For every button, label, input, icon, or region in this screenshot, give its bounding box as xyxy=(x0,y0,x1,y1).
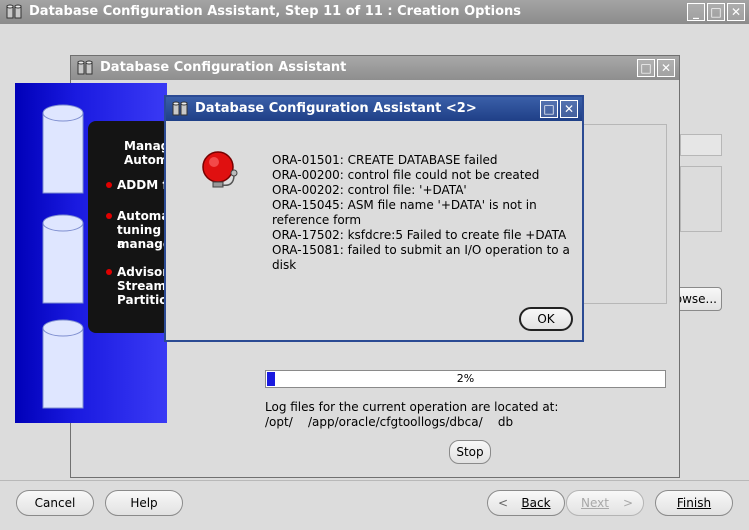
minimize-icon[interactable]: _ xyxy=(687,3,705,21)
log-location-text: Log files for the current operation are … xyxy=(265,400,559,414)
database-app-icon xyxy=(6,4,22,20)
error-dialog-title: Database Configuration Assistant <2> xyxy=(195,101,477,116)
next-button[interactable]: Next > xyxy=(566,490,644,516)
help-button[interactable]: Help xyxy=(105,490,183,516)
stop-button[interactable]: Stop xyxy=(449,440,491,464)
ok-button-label: OK xyxy=(537,312,555,326)
cancel-button-label: Cancel xyxy=(34,496,76,510)
error-line: reference form xyxy=(272,213,362,227)
main-titlebar[interactable]: Database Configuration Assistant, Step 1… xyxy=(0,0,749,24)
finish-button[interactable]: Finish xyxy=(655,490,733,516)
back-button[interactable]: < Back xyxy=(487,490,565,516)
error-line: ORA-17502: ksfdcre:5 Failed to create fi… xyxy=(272,228,567,242)
ok-button[interactable]: OK xyxy=(519,307,573,331)
background-field-1 xyxy=(680,134,722,156)
chevron-right-icon: > xyxy=(622,496,633,510)
chevron-left-icon: < xyxy=(498,496,509,510)
alarm-bell-icon xyxy=(202,151,238,188)
log-path-text: /opt/ /app/oracle/cfgtoollogs/dbca/ db xyxy=(265,415,514,429)
background-group-box xyxy=(680,166,722,232)
browse-button-label: owse... xyxy=(674,292,717,306)
banner-bullet-2-line3: manage xyxy=(117,237,170,251)
close-icon[interactable]: ✕ xyxy=(657,59,675,77)
next-button-label: Next xyxy=(581,496,609,510)
bullet-icon xyxy=(106,213,112,219)
error-dialog-titlebar[interactable]: Database Configuration Assistant <2> □ ✕ xyxy=(166,97,582,121)
error-line: ORA-01501: CREATE DATABASE failed xyxy=(272,153,498,167)
maximize-icon[interactable]: □ xyxy=(707,3,725,21)
banner-heading-1: Manag xyxy=(124,139,170,153)
database-app-icon xyxy=(172,101,188,117)
main-window-title: Database Configuration Assistant, Step 1… xyxy=(29,4,522,19)
error-line: ORA-15081: failed to submit an I/O opera… xyxy=(272,243,570,257)
progress-percent-label: 2% xyxy=(456,372,475,385)
feature-banner-box: Manag Autom ADDM f Automa tuning a manag… xyxy=(88,121,170,333)
banner-bullet-3-line3: Partition xyxy=(117,293,170,307)
error-line: ORA-15045: ASM file name '+DATA' is not … xyxy=(272,198,537,212)
maximize-icon[interactable]: □ xyxy=(540,100,558,118)
progress-window-title: Database Configuration Assistant xyxy=(100,60,347,75)
error-dialog: Database Configuration Assistant <2> □ ✕… xyxy=(164,95,584,342)
error-line: disk xyxy=(272,258,297,272)
bullet-icon xyxy=(106,182,112,188)
error-line: ORA-00200: control file could not be cre… xyxy=(272,168,540,182)
banner-bullet-1: ADDM f xyxy=(117,178,168,192)
error-message: ORA-01501: CREATE DATABASE failed ORA-00… xyxy=(272,153,570,273)
bullet-icon xyxy=(106,269,112,275)
stop-button-label: Stop xyxy=(456,445,484,459)
bottom-separator xyxy=(0,480,749,481)
error-line: ORA-00202: control file: '+DATA' xyxy=(272,183,467,197)
cancel-button[interactable]: Cancel xyxy=(16,490,94,516)
banner-bullet-3-line2: Streams xyxy=(117,279,170,293)
close-icon[interactable]: ✕ xyxy=(560,100,578,118)
close-icon[interactable]: ✕ xyxy=(727,3,745,21)
banner-bullet-2-line1: Automa xyxy=(117,209,170,223)
finish-button-label: Finish xyxy=(676,496,712,510)
banner-bullet-3-line1: Advisor xyxy=(117,265,169,279)
database-app-icon xyxy=(77,60,93,76)
banner-heading-2: Autom xyxy=(124,153,169,167)
back-button-label: Back xyxy=(521,496,551,510)
progress-titlebar[interactable]: Database Configuration Assistant □ ✕ xyxy=(71,56,679,80)
progress-bar: 2% xyxy=(265,370,666,388)
maximize-icon[interactable]: □ xyxy=(637,59,655,77)
help-button-label: Help xyxy=(130,496,158,510)
